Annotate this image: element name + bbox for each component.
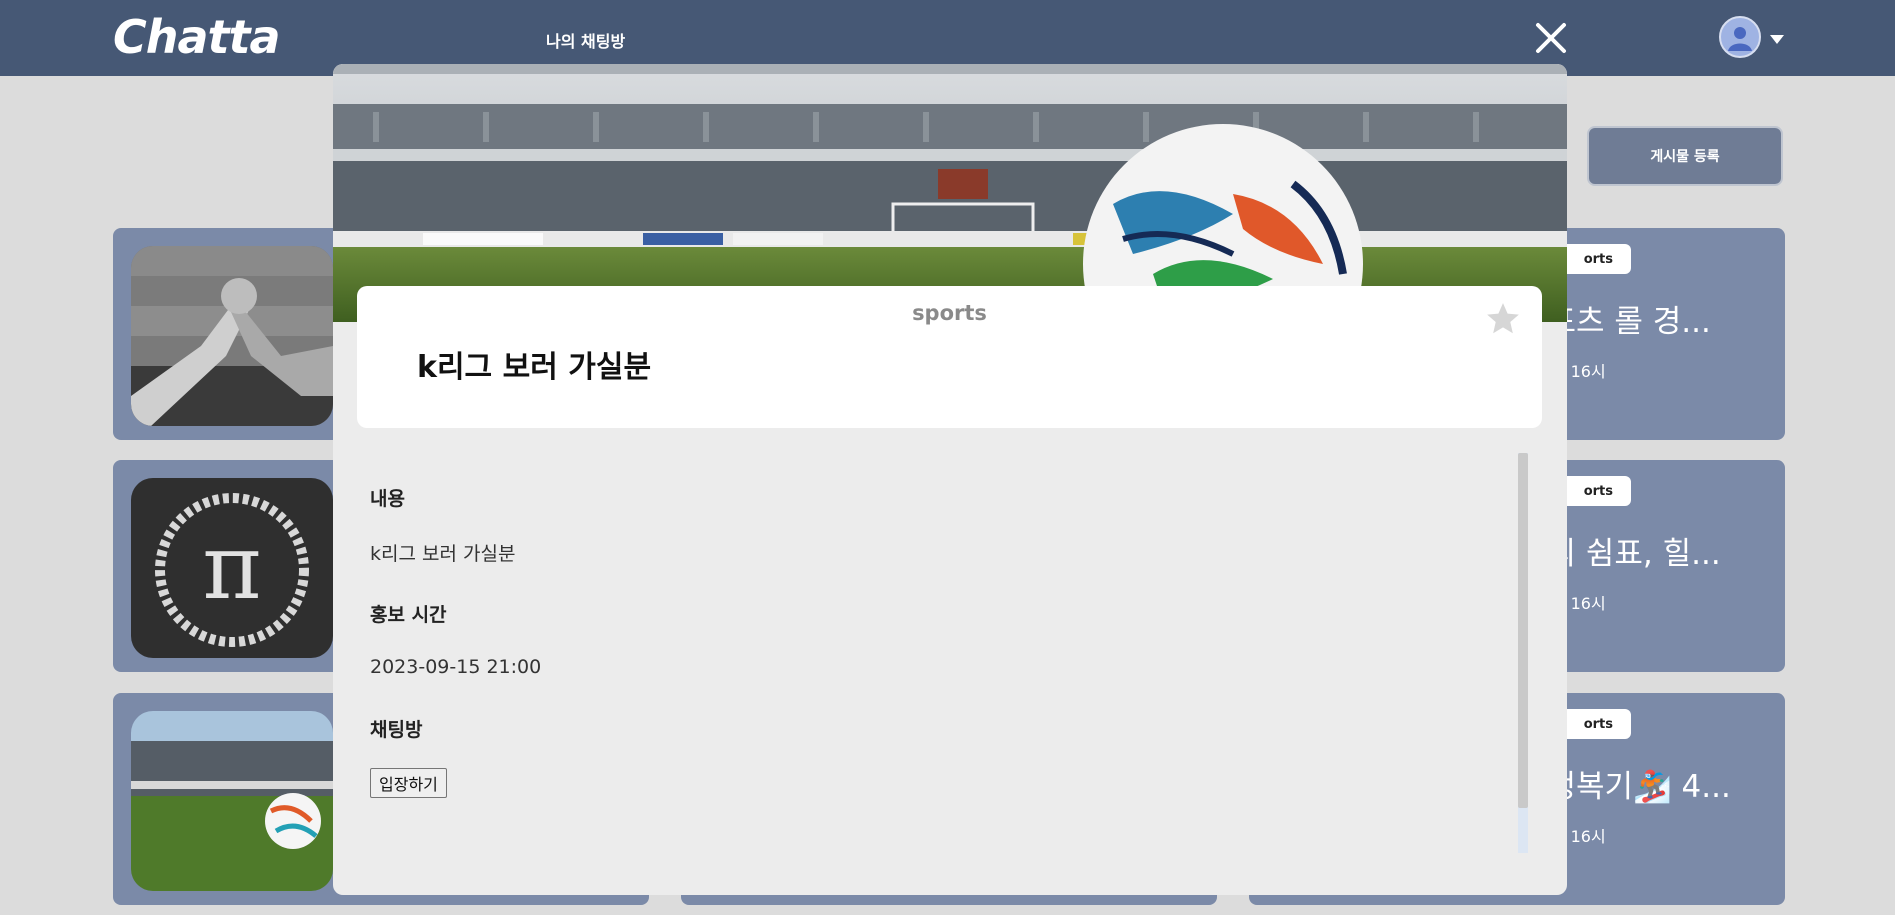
post-title: k리그 보러 가실분 [417, 350, 652, 385]
card-thumbnail [131, 711, 333, 891]
nav-my-chats[interactable]: 나의 채팅방 [546, 28, 625, 52]
promo-time-value: 2023-09-15 21:00 [370, 656, 542, 678]
user-avatar-icon[interactable] [1719, 16, 1761, 58]
category-label: sports [912, 301, 987, 325]
enter-chat-button[interactable]: 입장하기 [370, 768, 447, 798]
post-detail-modal: sports k리그 보러 가실분 [333, 64, 1567, 895]
scrollbar-thumb[interactable] [1518, 453, 1528, 808]
post-info-card: sports k리그 보러 가실분 [357, 286, 1542, 428]
enter-chat-wrapper: 입장하기 [370, 768, 447, 798]
create-post-button[interactable]: 게시물 등록 [1587, 126, 1783, 186]
card-thumbnail [131, 246, 333, 426]
promo-time-heading: 홍보 시간 [370, 604, 447, 626]
star-icon[interactable] [1484, 300, 1522, 338]
caret-down-icon[interactable] [1770, 35, 1784, 44]
close-icon[interactable] [1533, 20, 1569, 56]
content-heading: 내용 [370, 488, 405, 510]
hero-image [333, 64, 1567, 404]
card-thumbnail: π [131, 478, 333, 658]
app-logo[interactable]: Chatta [113, 10, 281, 64]
chatroom-heading: 채팅방 [370, 719, 423, 741]
content-text: k리그 보러 가실분 [370, 543, 516, 565]
svg-text:π: π [202, 515, 261, 620]
